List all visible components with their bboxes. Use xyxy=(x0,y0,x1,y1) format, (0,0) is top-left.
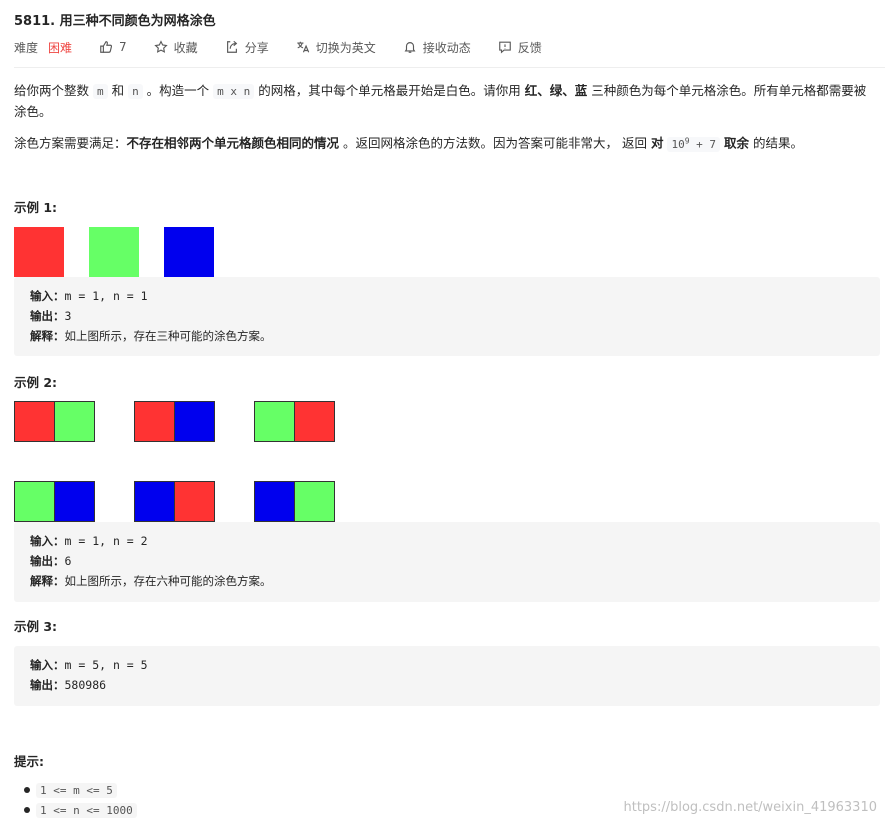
output-label: 输出： xyxy=(30,678,65,692)
example-3-codeblock: 输入：m = 5, n = 5 输出：580986 xyxy=(14,646,880,706)
like-count: 7 xyxy=(119,40,127,54)
color-cell-green xyxy=(294,481,335,522)
favorite-button[interactable]: 收藏 xyxy=(154,39,198,56)
color-cell-blue xyxy=(254,481,295,522)
input-label: 输入： xyxy=(30,658,65,672)
quyu-bold: 取余 xyxy=(724,135,750,151)
thumbs-up-icon xyxy=(99,40,113,54)
mod-base: 10 xyxy=(671,137,685,151)
inline-code-n: n xyxy=(128,84,143,99)
constraint-bold: 不存在相邻两个单元格颜色相同的情况 xyxy=(126,135,340,151)
problem-title: 5811. 用三种不同颜色为网格涂色 xyxy=(14,14,216,29)
color-cell-red xyxy=(134,401,175,442)
share-button[interactable]: 分享 xyxy=(225,39,269,56)
star-icon xyxy=(154,40,168,54)
explain-label: 解释： xyxy=(30,329,65,343)
desc-text: 的网格，其中每个单元格最开始是白色。请你用 xyxy=(254,83,525,98)
color-cell-green xyxy=(254,401,295,442)
hint-item: 1 <= m <= 5 xyxy=(24,780,236,800)
color-cell-green xyxy=(54,401,95,442)
translate-icon xyxy=(296,40,310,54)
inline-code-mod: 109 + 7 xyxy=(667,136,721,152)
desc-text: 涂色方案需要满足： xyxy=(14,135,127,151)
desc-text: 和 xyxy=(107,83,129,98)
desc-text: 的结果。 xyxy=(749,135,804,151)
explain-value: 如上图所示，存在三种可能的涂色方案。 xyxy=(64,329,272,343)
explain-label: 解释： xyxy=(30,574,65,588)
output-label: 输出： xyxy=(30,554,65,568)
difficulty-value: 困难 xyxy=(48,40,73,55)
like-button[interactable]: 7 xyxy=(99,40,127,54)
output-value: 3 xyxy=(64,309,72,323)
hint-code: 1 <= m <= 5 xyxy=(36,782,117,798)
difficulty: 难度 困难 xyxy=(14,39,72,56)
example-1-heading: 示例 1: xyxy=(14,200,58,215)
difficulty-label: 难度 xyxy=(14,40,39,55)
explain-value: 如上图所示，存在六种可能的涂色方案。 xyxy=(64,574,272,588)
color-cell-blue xyxy=(164,227,214,277)
favorite-label: 收藏 xyxy=(173,40,198,55)
colors-bold: 红、绿、蓝 xyxy=(524,83,588,98)
example-2-heading: 示例 2: xyxy=(14,375,58,390)
inline-code-m: m xyxy=(92,84,108,99)
feedback-icon xyxy=(498,40,512,54)
desc-text: 。返回网格涂色的方法数。因为答案可能非常大， 返回 xyxy=(339,135,651,151)
input-value: m = 1, n = 2 xyxy=(64,534,148,548)
share-icon xyxy=(225,40,239,54)
output-value: 580986 xyxy=(64,678,107,692)
watermark: https://blog.csdn.net/weixin_41963310 xyxy=(623,800,877,815)
subscribe-button[interactable]: 接收动态 xyxy=(403,39,471,56)
hint-code: 1 <= n <= 1000 xyxy=(36,802,137,818)
color-cell-red xyxy=(294,401,335,442)
input-value: m = 5, n = 5 xyxy=(64,658,148,672)
desc-text: 。构造一个 xyxy=(142,83,214,98)
example-2-codeblock: 输入：m = 1, n = 2 输出：6 解释：如上图所示，存在六种可能的涂色方… xyxy=(14,522,880,602)
translate-label: 切换为英文 xyxy=(315,40,376,55)
input-value: m = 1, n = 1 xyxy=(64,289,148,303)
output-value: 6 xyxy=(64,554,72,568)
color-cell-blue xyxy=(54,481,95,522)
color-cell-blue xyxy=(134,481,175,522)
example-3-heading: 示例 3: xyxy=(14,619,58,634)
color-cell-green xyxy=(89,227,139,277)
input-label: 输入： xyxy=(30,289,65,303)
feedback-label: 反馈 xyxy=(517,40,542,55)
bullet-icon xyxy=(24,787,30,793)
input-label: 输入： xyxy=(30,534,65,548)
color-cell-red xyxy=(174,481,215,522)
share-label: 分享 xyxy=(244,40,269,55)
hint-item: 1 <= n <= 1000 xyxy=(24,800,236,820)
color-cell-red xyxy=(14,227,64,277)
dui-bold: 对 xyxy=(650,135,664,151)
example-1-codeblock: 输入：m = 1, n = 1 输出：3 解释：如上图所示，存在三种可能的涂色方… xyxy=(14,277,880,356)
translate-button[interactable]: 切换为英文 xyxy=(296,39,376,56)
problem-toolbar: 难度 困难 7 收藏 分享 切换为英文 接收动态 反馈 xyxy=(14,38,569,56)
subscribe-label: 接收动态 xyxy=(422,40,471,55)
description-paragraph-2: 涂色方案需要满足：不存在相邻两个单元格颜色相同的情况 。返回网格涂色的方法数。因… xyxy=(14,131,876,155)
color-cell-green xyxy=(14,481,55,522)
bullet-icon xyxy=(24,807,30,813)
toolbar-divider xyxy=(14,67,885,68)
inline-code-mxn: m x n xyxy=(213,84,255,99)
hints-heading: 提示: xyxy=(14,754,44,769)
mod-rest: + 7 xyxy=(689,137,717,151)
color-cell-red xyxy=(14,401,55,442)
color-cell-blue xyxy=(174,401,215,442)
feedback-button[interactable]: 反馈 xyxy=(498,39,542,56)
output-label: 输出： xyxy=(30,309,65,323)
desc-text: 给你两个整数 xyxy=(14,83,93,98)
bell-icon xyxy=(403,40,417,54)
description-paragraph-1: 给你两个整数 m 和 n 。构造一个 m x n 的网格，其中每个单元格最开始是… xyxy=(14,81,876,122)
